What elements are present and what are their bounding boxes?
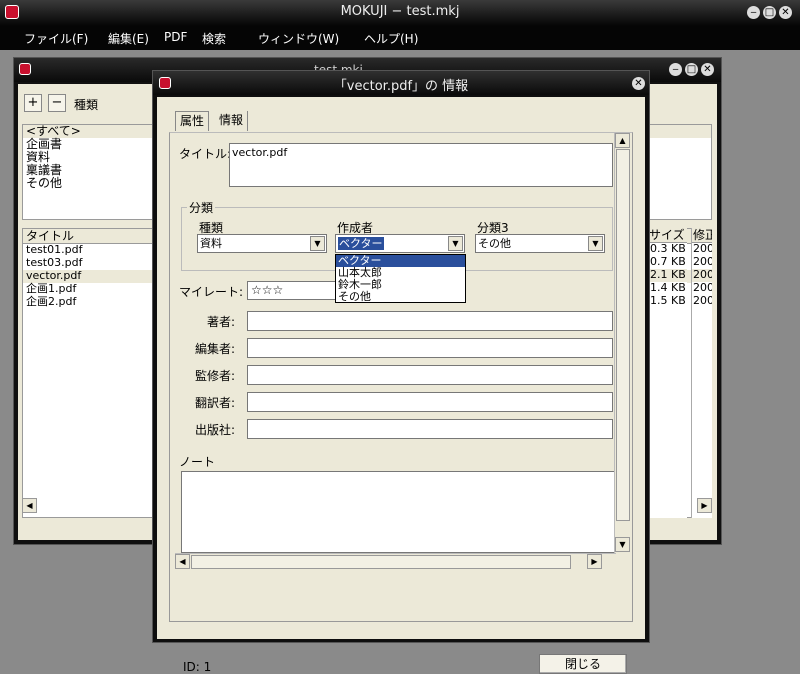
scroll-right-icon[interactable]: ▶ (587, 554, 602, 569)
editor-label: 編集者: (195, 342, 236, 356)
category3-select[interactable]: その他 ▼ (475, 234, 605, 253)
supervisor-field[interactable] (247, 365, 613, 385)
column-header-size[interactable]: サイズ (648, 228, 687, 243)
dialog-title: 「vector.pdf」の 情報 (333, 79, 469, 94)
dialog-titlebar[interactable]: 「vector.pdf」の 情報 ✕ (153, 71, 649, 95)
rating-label: マイレート: (179, 285, 244, 299)
menu-window[interactable]: ウィンドウ(W) (258, 30, 339, 47)
minimize-icon[interactable]: ‒ (747, 6, 760, 19)
maximize-icon[interactable]: □ (763, 6, 776, 19)
category2-select[interactable]: ベクター ▼ (335, 234, 465, 253)
close-button[interactable]: 閉じる (539, 654, 627, 674)
dialog-body: 属性 情報 タイトル: vector.pdf 分類 種類 資料 ▼ 作成者 ベク… (157, 97, 645, 674)
scroll-up-icon[interactable]: ▲ (615, 133, 630, 148)
author-label: 著者: (207, 315, 236, 329)
main-window-title: MOKUJI − test.mkj (340, 4, 460, 19)
category3-value: その他 (478, 237, 511, 250)
remove-category-button[interactable]: − (48, 94, 66, 112)
category-header: 種類 (74, 98, 99, 112)
main-titlebar[interactable]: MOKUJI − test.mkj ‒ □ ✕ (0, 0, 800, 26)
modified-cell: 200 (693, 294, 712, 307)
author-field[interactable] (247, 311, 613, 331)
close-icon[interactable]: ✕ (632, 77, 645, 90)
publisher-field[interactable] (247, 419, 613, 439)
minimize-icon[interactable]: ‒ (669, 63, 682, 76)
chevron-down-icon[interactable]: ▼ (448, 236, 463, 251)
note-field[interactable] (181, 471, 615, 553)
menu-help[interactable]: ヘルプ(H) (364, 30, 418, 47)
scrollbar-thumb[interactable] (616, 149, 630, 521)
add-category-button[interactable]: + (24, 94, 42, 112)
column-header-modified[interactable]: 修正 (692, 228, 712, 243)
size-cell: 1.5 KB (650, 294, 686, 307)
record-id: ID: 1 (183, 660, 212, 674)
menu-bar: ファイル(F) 編集(E) PDF 検索 ウィンドウ(W) ヘルプ(H) (0, 26, 800, 50)
dropdown-option[interactable]: その他 (336, 291, 465, 303)
maximize-icon[interactable]: □ (685, 63, 698, 76)
editor-field[interactable] (247, 338, 613, 358)
size-column: サイズ 0.3 KB 0.7 KB 2.1 KB 1.4 KB 1.5 KB (647, 228, 687, 518)
chevron-down-icon[interactable]: ▼ (588, 236, 603, 251)
chevron-down-icon[interactable]: ▼ (310, 236, 325, 251)
title-label: タイトル: (179, 147, 232, 161)
tab-info[interactable]: 情報 (215, 111, 249, 131)
supervisor-label: 監修者: (195, 369, 236, 383)
scroll-left-icon[interactable]: ◀ (22, 498, 37, 513)
main-window-controls: ‒ □ ✕ (747, 6, 792, 19)
menu-search[interactable]: 検索 (202, 30, 226, 47)
scroll-right-icon[interactable]: ▶ (697, 498, 712, 513)
tab-attributes[interactable]: 属性 (175, 111, 210, 131)
scroll-left-icon[interactable]: ◀ (175, 554, 190, 569)
menu-edit[interactable]: 編集(E) (108, 30, 149, 47)
document-window-controls: ‒ □ ✕ (669, 63, 714, 76)
title-field[interactable]: vector.pdf (229, 143, 613, 187)
translator-label: 翻訳者: (195, 396, 236, 410)
translator-field[interactable] (247, 392, 613, 412)
modified-column: 修正 200 200 200 200 200 (691, 228, 712, 518)
scrollbar-thumb[interactable] (191, 555, 571, 569)
category2-dropdown-list: ベクター 山本太郎 鈴木一郎 その他 (335, 254, 466, 303)
close-icon[interactable]: ✕ (779, 6, 792, 19)
menu-file[interactable]: ファイル(F) (24, 30, 88, 47)
category2-value: ベクター (338, 237, 384, 250)
properties-dialog: 「vector.pdf」の 情報 ✕ 属性 情報 タイトル: vector.pd… (152, 70, 650, 674)
menu-pdf[interactable]: PDF (164, 30, 187, 44)
category1-select[interactable]: 資料 ▼ (197, 234, 327, 253)
vertical-scrollbar[interactable]: ▲ ▼ (614, 133, 631, 553)
scroll-down-icon[interactable]: ▼ (615, 537, 630, 552)
close-icon[interactable]: ✕ (701, 63, 714, 76)
rating-field[interactable]: ☆☆☆ (247, 281, 337, 300)
classification-label: 分類 (187, 199, 216, 216)
horizontal-scrollbar[interactable]: ◀ ▶ (175, 553, 616, 570)
note-label: ノート (179, 455, 216, 469)
publisher-label: 出版社: (195, 423, 236, 437)
category1-value: 資料 (200, 237, 222, 250)
document-icon (19, 63, 31, 75)
